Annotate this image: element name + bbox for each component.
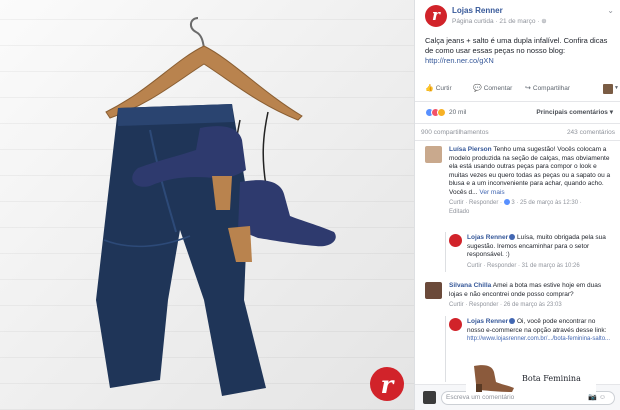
comment-sort[interactable]: Principais comentários ▾ [536, 108, 613, 117]
link-preview[interactable]: Bota Feminina [466, 358, 596, 394]
share-button[interactable]: ↪ Compartilhar [525, 84, 570, 93]
boot-lace-2 [262, 111, 269, 187]
jeans-and-boots-illustration [96, 17, 336, 396]
post-photo[interactable]: r [0, 0, 414, 410]
chevron-down-icon[interactable]: ⌄ [607, 6, 614, 15]
reply-thread-line [445, 232, 446, 272]
reply-body: Lojas Renner Oi, você pode encontrar no … [467, 318, 613, 344]
post-panel: r Lojas Renner Página curtida · 21 de ma… [414, 0, 620, 410]
comment-edited: Editado [449, 208, 470, 215]
viewer-avatar [423, 391, 436, 404]
post-actions: 👍 Curtir 💬 Comentar ↪ Compartilhar ▼ [425, 84, 619, 96]
comments-count[interactable]: 243 comentários [567, 128, 615, 137]
post-text: Calça jeans + salto é uma dupla infalíve… [425, 36, 613, 66]
post-meta-text: Página curtida · 21 de março · [452, 18, 542, 25]
like-badge-icon [503, 199, 510, 206]
divider [415, 101, 620, 102]
preview-title: Bota Feminina [522, 374, 581, 383]
brand-logo: r [370, 367, 404, 401]
page-name[interactable]: Lojas Renner [452, 6, 503, 15]
globe-icon: ⊕ [541, 18, 547, 25]
post-meta: Página curtida · 21 de março · ⊕ [452, 17, 547, 26]
comment-meta[interactable]: Curtir · Responder · 26 de março às 23:0… [449, 301, 613, 310]
commenter-avatar[interactable] [425, 146, 442, 163]
reply-author[interactable]: Lojas Renner [467, 318, 508, 325]
camera-icon[interactable]: 📷 [588, 394, 597, 401]
page-reply-avatar[interactable] [449, 234, 462, 247]
page-avatar[interactable]: r [425, 5, 447, 27]
comment-body: Luísa Pierson Tenho uma sugestão! Vocês … [449, 146, 613, 216]
comment-time: · 25 de março às 12:30 · [514, 200, 582, 206]
thumbnail-heel [476, 384, 482, 392]
comment-button[interactable]: 💬 Comentar [473, 84, 512, 93]
viewer-avatar[interactable] [603, 84, 613, 94]
reply-author[interactable]: Lojas Renner [467, 234, 508, 241]
shares-count[interactable]: 900 compartilhamentos [421, 128, 489, 137]
reply-link[interactable]: http://www.lojasrenner.com.br/.../bota-f… [467, 335, 613, 344]
boot-right [238, 180, 336, 247]
comment-actions[interactable]: Curtir · Responder · [449, 200, 504, 206]
divider [415, 123, 620, 124]
comment-body: Silvana Chilla Amei a bota mas estive ho… [449, 282, 613, 310]
hanger-hook [190, 17, 205, 49]
see-more-link[interactable]: Ver mais [479, 189, 504, 196]
comment-label: Comentar [483, 85, 513, 92]
reply-meta[interactable]: Curtir · Responder · 31 de março às 10:2… [467, 262, 613, 271]
post-link[interactable]: http://ren.ner.co/gXN [425, 56, 613, 66]
commenter-avatar[interactable] [425, 282, 442, 299]
comment-text: Tenho uma sugestão! Vocês colocam a mode… [449, 146, 611, 196]
reply-thread-line [445, 316, 446, 382]
sort-label: Principais comentários [536, 109, 608, 116]
caret-down-icon[interactable]: ▼ [614, 84, 619, 93]
comment-icon: 💬 [473, 85, 482, 92]
reactions-bar[interactable]: 20 mil Principais comentários ▾ [425, 108, 613, 118]
emoji-icon[interactable]: ☺ [599, 394, 606, 401]
post-body: Calça jeans + salto é uma dupla infalíve… [425, 36, 608, 55]
reactions-count: 20 mil [449, 109, 467, 116]
boot-thumbnail [474, 365, 514, 392]
comment-meta: Curtir · Responder · 3 · 25 de março às … [449, 199, 613, 208]
comment-author[interactable]: Silvana Chilla [449, 282, 491, 289]
share-icon: ↪ [525, 85, 531, 92]
divider [415, 140, 620, 141]
thumbs-up-icon: 👍 [425, 85, 434, 92]
wow-reaction-icon [437, 108, 446, 117]
page-reply-avatar[interactable] [449, 318, 462, 331]
share-label: Compartilhar [532, 85, 571, 92]
comment-author[interactable]: Luísa Pierson [449, 146, 492, 153]
comment-placeholder: Escreva um comentário [446, 394, 515, 401]
like-button[interactable]: 👍 Curtir [425, 84, 452, 93]
like-label: Curtir [435, 85, 452, 92]
verified-badge-icon [509, 318, 516, 325]
reply-body: Lojas Renner Luísa, muito obrigada pela … [467, 234, 613, 270]
verified-badge-icon [509, 234, 516, 241]
